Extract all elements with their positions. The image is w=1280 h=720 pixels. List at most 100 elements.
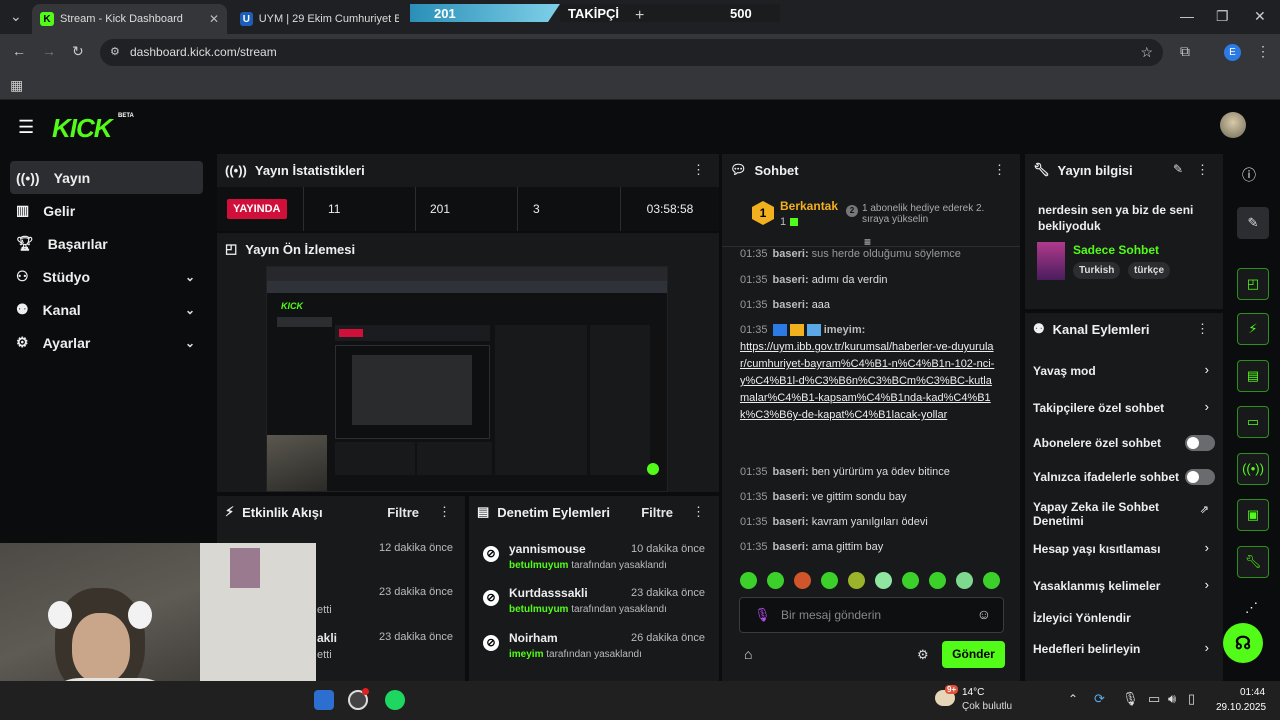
battery-icon[interactable]: ▯ (1188, 691, 1195, 707)
moderator-name[interactable]: betulmuyum (509, 604, 568, 615)
emote-icon[interactable] (848, 572, 865, 589)
tab-uym[interactable]: U UYM | 29 Ekim Cumhuriyet Bay (232, 4, 407, 34)
category-thumbnail[interactable] (1037, 242, 1065, 280)
collapse-icon[interactable]: ≡ (864, 235, 871, 249)
tab-kick-dashboard[interactable]: K Stream - Kick Dashboard ✕ (32, 4, 227, 34)
emote-icon[interactable] (902, 572, 919, 589)
app-icon[interactable] (314, 690, 334, 710)
action-raid[interactable]: İzleyici Yönlendir (1025, 604, 1223, 632)
back-icon[interactable]: ← (12, 43, 26, 59)
message-user[interactable]: baseri (773, 491, 805, 503)
spotify-icon[interactable] (385, 690, 405, 710)
preview-toggle-button[interactable]: ◰ (1237, 268, 1269, 300)
banned-user[interactable]: yannismouse (509, 542, 586, 556)
close-window-icon[interactable]: ✕ (1254, 8, 1266, 25)
chat-input[interactable]: 🎙︎ Bir mesaj gönderin ☺ (739, 597, 1004, 633)
chevron-down-icon[interactable]: ⌄ (185, 303, 195, 317)
message-link[interactable]: https://uym.ibb.gov.tr/kurumsal/haberler… (740, 341, 994, 421)
apps-grid-icon[interactable]: ▦ (10, 77, 23, 94)
stats-toggle-button[interactable]: ((•)) (1237, 453, 1269, 485)
sidebar-item-yayin[interactable]: ((•)) Yayın (10, 161, 203, 194)
stream-preview-video[interactable]: KICK (266, 266, 668, 492)
emote-icon[interactable] (929, 572, 946, 589)
video-toggle-button[interactable]: ▣ (1237, 499, 1269, 531)
chat-settings-icon[interactable]: ⚙ (917, 647, 929, 663)
action-slow-mode[interactable]: Yavaş mod › (1025, 357, 1223, 385)
banned-user[interactable]: Noirham (509, 631, 558, 645)
tag-turkce[interactable]: türkçe (1128, 262, 1171, 279)
mic-icon[interactable]: 🎙︎ (754, 607, 771, 623)
more-options-icon[interactable]: ⋮ (1196, 321, 1209, 337)
edit-icon[interactable]: ✎ (1173, 162, 1183, 176)
tools-toggle-button[interactable]: 🔧︎ (1237, 546, 1269, 578)
message-user[interactable]: baseri (773, 299, 805, 311)
emote-icon[interactable] (821, 572, 838, 589)
minimize-icon[interactable]: — (1180, 8, 1194, 24)
moderator-name[interactable]: betulmuyum (509, 560, 568, 571)
filter-button[interactable]: Filtre (641, 505, 673, 520)
menu-dots-icon[interactable]: ⋮ (1256, 43, 1270, 60)
more-options-icon[interactable]: ⋮ (692, 162, 705, 178)
action-banned-words[interactable]: Yasaklanmış kelimeler › (1025, 572, 1223, 600)
action-ai-moderation[interactable]: Yapay Zeka ile Sohbet Denetimi ⇗ (1025, 497, 1223, 529)
clock-time[interactable]: 01:44 (1240, 687, 1265, 698)
action-followers-only[interactable]: Takipçilere özel sohbet › (1025, 394, 1223, 422)
edit-layout-button[interactable]: ✎ (1237, 207, 1269, 239)
support-headset-button[interactable]: ☊ (1223, 623, 1263, 663)
action-set-goals[interactable]: Hedefleri belirleyin › (1025, 635, 1223, 663)
banned-user[interactable]: Kurtdasssakli (509, 586, 588, 600)
message-user[interactable]: baseri (773, 466, 805, 478)
emote-icon[interactable] (983, 572, 1000, 589)
network-icon[interactable]: ▭ (1148, 691, 1160, 707)
emote-icon[interactable] (794, 572, 811, 589)
info-icon[interactable]: ⓘ (1242, 165, 1256, 185)
sidebar-item-kanal[interactable]: ⚉ Kanal ⌄ (10, 293, 203, 326)
profile-avatar[interactable]: E (1224, 44, 1241, 61)
tray-chevron-icon[interactable]: ⌃ (1068, 692, 1078, 706)
chat-toggle-button[interactable]: ▭ (1237, 406, 1269, 438)
message-user[interactable]: baseri (773, 274, 805, 286)
share-icon[interactable]: ⋰ (1245, 600, 1258, 616)
extensions-icon[interactable]: ⧉ (1180, 43, 1190, 60)
kick-logo[interactable]: KICK (52, 113, 113, 144)
tag-turkish[interactable]: Turkish (1073, 262, 1121, 279)
more-options-icon[interactable]: ⋮ (692, 504, 705, 520)
more-options-icon[interactable]: ⋮ (993, 162, 1006, 178)
subs-only-toggle[interactable] (1185, 435, 1215, 451)
message-user[interactable]: baseri (773, 541, 805, 553)
send-button[interactable]: Gönder (942, 641, 1005, 668)
sidebar-item-studyo[interactable]: ⚇ Stüdyo ⌄ (10, 260, 203, 293)
message-user[interactable]: imeyim (824, 324, 862, 336)
sidebar-item-gelir[interactable]: ▥ Gelir (10, 194, 203, 227)
message-user[interactable]: baseri: (773, 248, 812, 260)
volume-icon[interactable]: 🔊︎ (1168, 691, 1176, 707)
mic-icon[interactable]: 🎙︎ (1122, 691, 1139, 707)
site-info-icon[interactable]: ⚙ (110, 39, 120, 66)
sidebar-item-basarilar[interactable]: 🏆︎ Başarılar (10, 227, 203, 260)
moderator-name[interactable]: imeyim (509, 649, 543, 660)
new-tab-icon[interactable]: + (635, 7, 644, 25)
chevron-down-icon[interactable]: ⌄ (185, 270, 195, 284)
tab-search-icon[interactable]: ⌄ (10, 8, 22, 25)
action-account-age[interactable]: Hesap yaşı kısıtlaması › (1025, 535, 1223, 563)
close-tab-icon[interactable]: ✕ (209, 12, 219, 26)
restore-icon[interactable]: ❐ (1216, 8, 1229, 25)
sync-icon[interactable]: ⟳ (1094, 691, 1105, 707)
emote-icon[interactable] (956, 572, 973, 589)
emoji-icon[interactable]: ☺ (977, 606, 991, 622)
reload-icon[interactable]: ↻ (72, 43, 84, 60)
user-avatar[interactable] (1220, 112, 1246, 138)
forward-icon[interactable]: → (42, 43, 56, 59)
hamburger-menu-icon[interactable]: ☰ (18, 117, 34, 138)
events-toggle-button[interactable]: ⚡︎ (1237, 313, 1269, 345)
clock-date[interactable]: 29.10.2025 (1216, 702, 1266, 713)
emotes-only-toggle[interactable] (1185, 469, 1215, 485)
more-options-icon[interactable]: ⋮ (438, 504, 451, 520)
url-field[interactable]: ⚙ dashboard.kick.com/stream ☆ (100, 39, 1163, 66)
store-icon[interactable]: ⌂ (744, 646, 752, 662)
filter-button[interactable]: Filtre (387, 505, 419, 520)
emote-icon[interactable] (875, 572, 892, 589)
chevron-down-icon[interactable]: ⌄ (185, 336, 195, 350)
top-gifter-name[interactable]: Berkantak (780, 199, 838, 213)
moderation-toggle-button[interactable]: ▤ (1237, 360, 1269, 392)
